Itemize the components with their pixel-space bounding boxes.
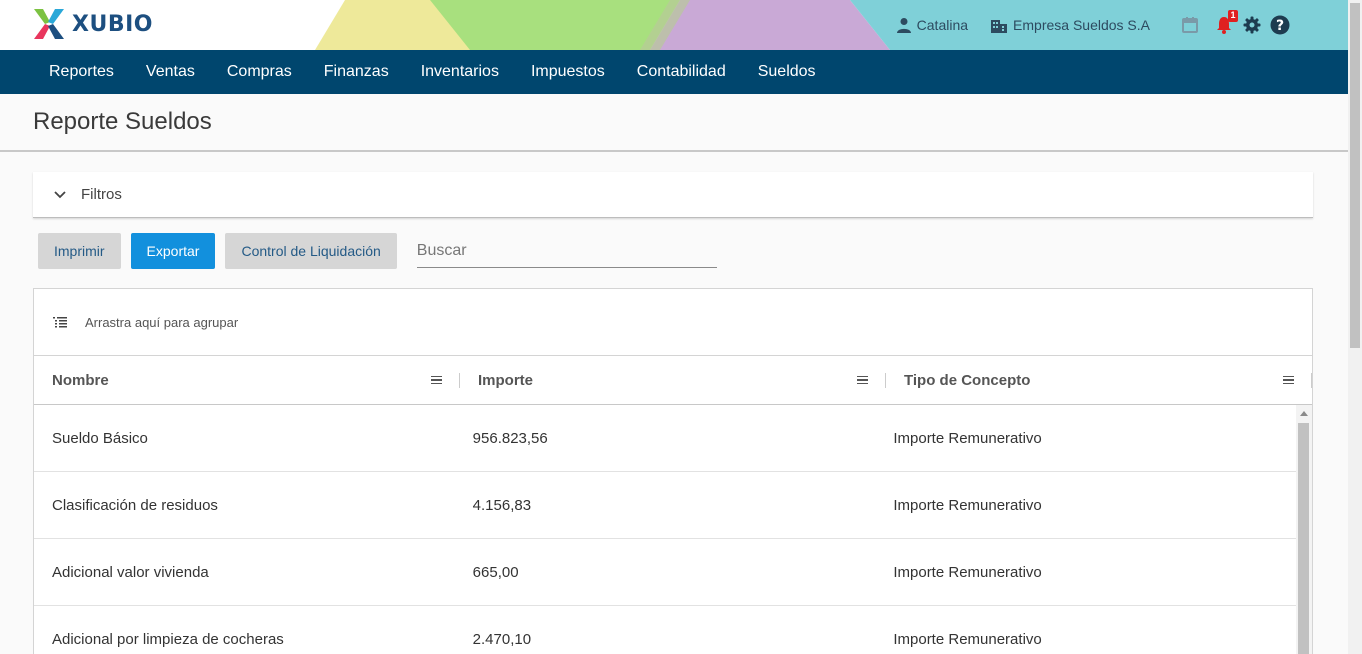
- top-header: XUBIO Catalina Empresa Sueldos S.A 1 ?: [0, 0, 1348, 50]
- gear-icon: [1243, 16, 1261, 34]
- nav-item-finanzas[interactable]: Finanzas: [308, 63, 405, 81]
- help-button[interactable]: ?: [1270, 15, 1290, 35]
- cell-importe: 665,00: [472, 563, 519, 581]
- group-list-icon: [53, 317, 67, 328]
- export-button[interactable]: Exportar: [130, 233, 216, 269]
- filters-panel[interactable]: Filtros: [33, 172, 1313, 218]
- search-input[interactable]: [416, 241, 717, 260]
- column-header-label: Tipo de Concepto: [904, 371, 1031, 389]
- column-separator[interactable]: [1311, 373, 1312, 388]
- column-menu-icon[interactable]: [431, 375, 442, 385]
- settings-button[interactable]: [1242, 15, 1262, 35]
- cell-nombre: Clasificación de residuos: [52, 496, 218, 514]
- cell-nombre: Adicional valor vivienda: [52, 563, 209, 581]
- page-scrollbar[interactable]: [1348, 0, 1362, 654]
- column-header-nombre[interactable]: Nombre: [34, 356, 460, 404]
- nav-item-sueldos[interactable]: Sueldos: [742, 63, 832, 81]
- calendar-icon: [1182, 17, 1198, 33]
- cell-tipo: Importe Remunerativo: [893, 429, 1042, 447]
- building-icon: [991, 20, 1008, 33]
- column-header-tipo[interactable]: Tipo de Concepto: [886, 356, 1312, 404]
- table-row[interactable]: Adicional valor vivienda 665,00 Importe …: [34, 539, 1296, 606]
- nav-item-compras[interactable]: Compras: [211, 63, 308, 81]
- table-row[interactable]: Adicional por limpieza de cocheras 2.470…: [34, 606, 1296, 654]
- cell-importe: 956.823,56: [472, 429, 548, 447]
- page-title: Reporte Sueldos: [33, 108, 212, 135]
- calendar-button[interactable]: [1180, 15, 1200, 35]
- group-panel[interactable]: Arrastra aquí para agrupar: [34, 289, 1312, 356]
- column-header-importe[interactable]: Importe: [460, 356, 886, 404]
- report-toolbar: Imprimir Exportar Control de Liquidación: [38, 233, 717, 269]
- filters-label: Filtros: [81, 186, 122, 203]
- control-liquidacion-button[interactable]: Control de Liquidación: [225, 233, 397, 269]
- user-name: Catalina: [916, 17, 969, 33]
- nav-item-impuestos[interactable]: Impuestos: [515, 63, 621, 81]
- column-menu-icon[interactable]: [1283, 375, 1294, 385]
- main-nav: Reportes Ventas Compras Finanzas Inventa…: [0, 50, 1348, 94]
- notification-badge: 1: [1228, 10, 1238, 22]
- xubio-logo[interactable]: XUBIO: [32, 8, 153, 40]
- nav-item-reportes[interactable]: Reportes: [33, 63, 130, 81]
- notifications-button[interactable]: 1: [1214, 10, 1238, 35]
- search-field: [416, 234, 717, 268]
- group-panel-text: Arrastra aquí para agrupar: [85, 314, 239, 330]
- title-divider: [0, 150, 1348, 152]
- user-icon: [896, 18, 911, 33]
- page-scrollbar-thumb[interactable]: [1350, 3, 1360, 348]
- table-row[interactable]: Clasificación de residuos 4.156,83 Impor…: [34, 472, 1296, 539]
- cell-nombre: Sueldo Básico: [52, 429, 148, 447]
- user-area: Catalina Empresa Sueldos S.A 1 ?: [896, 0, 1348, 50]
- cell-nombre: Adicional por limpieza de cocheras: [52, 630, 284, 648]
- grid-scrollbar[interactable]: [1296, 405, 1312, 654]
- column-header-label: Nombre: [52, 371, 109, 389]
- nav-item-inventarios[interactable]: Inventarios: [405, 63, 515, 81]
- user-menu[interactable]: Catalina: [896, 17, 968, 33]
- grid-body: Sueldo Básico 956.823,56 Importe Remuner…: [34, 405, 1312, 654]
- chevron-down-icon: [54, 190, 66, 198]
- table-row[interactable]: Sueldo Básico 956.823,56 Importe Remuner…: [34, 405, 1296, 472]
- cell-tipo: Importe Remunerativo: [893, 630, 1042, 648]
- column-menu-icon[interactable]: [857, 375, 868, 385]
- column-header-label: Importe: [478, 371, 534, 389]
- cell-importe: 2.470,10: [472, 630, 532, 648]
- xubio-logo-icon: [34, 9, 64, 39]
- print-button[interactable]: Imprimir: [38, 233, 121, 269]
- report-grid: Arrastra aquí para agrupar Nombre Import…: [33, 288, 1313, 654]
- help-icon: ?: [1270, 15, 1290, 35]
- company-name: Empresa Sueldos S.A: [1013, 17, 1150, 33]
- cell-importe: 4.156,83: [472, 496, 532, 514]
- grid-scrollbar-thumb[interactable]: [1298, 423, 1309, 654]
- nav-item-contabilidad[interactable]: Contabilidad: [621, 63, 742, 81]
- scroll-up-arrow-icon[interactable]: [1300, 411, 1308, 416]
- company-selector[interactable]: Empresa Sueldos S.A: [990, 17, 1150, 33]
- grid-header: Nombre Importe Tipo de Concepto: [34, 356, 1312, 405]
- cell-tipo: Importe Remunerativo: [893, 563, 1042, 581]
- logo-text: XUBIO: [72, 11, 153, 37]
- nav-item-ventas[interactable]: Ventas: [130, 63, 211, 81]
- svg-text:?: ?: [1276, 18, 1284, 34]
- cell-tipo: Importe Remunerativo: [893, 496, 1042, 514]
